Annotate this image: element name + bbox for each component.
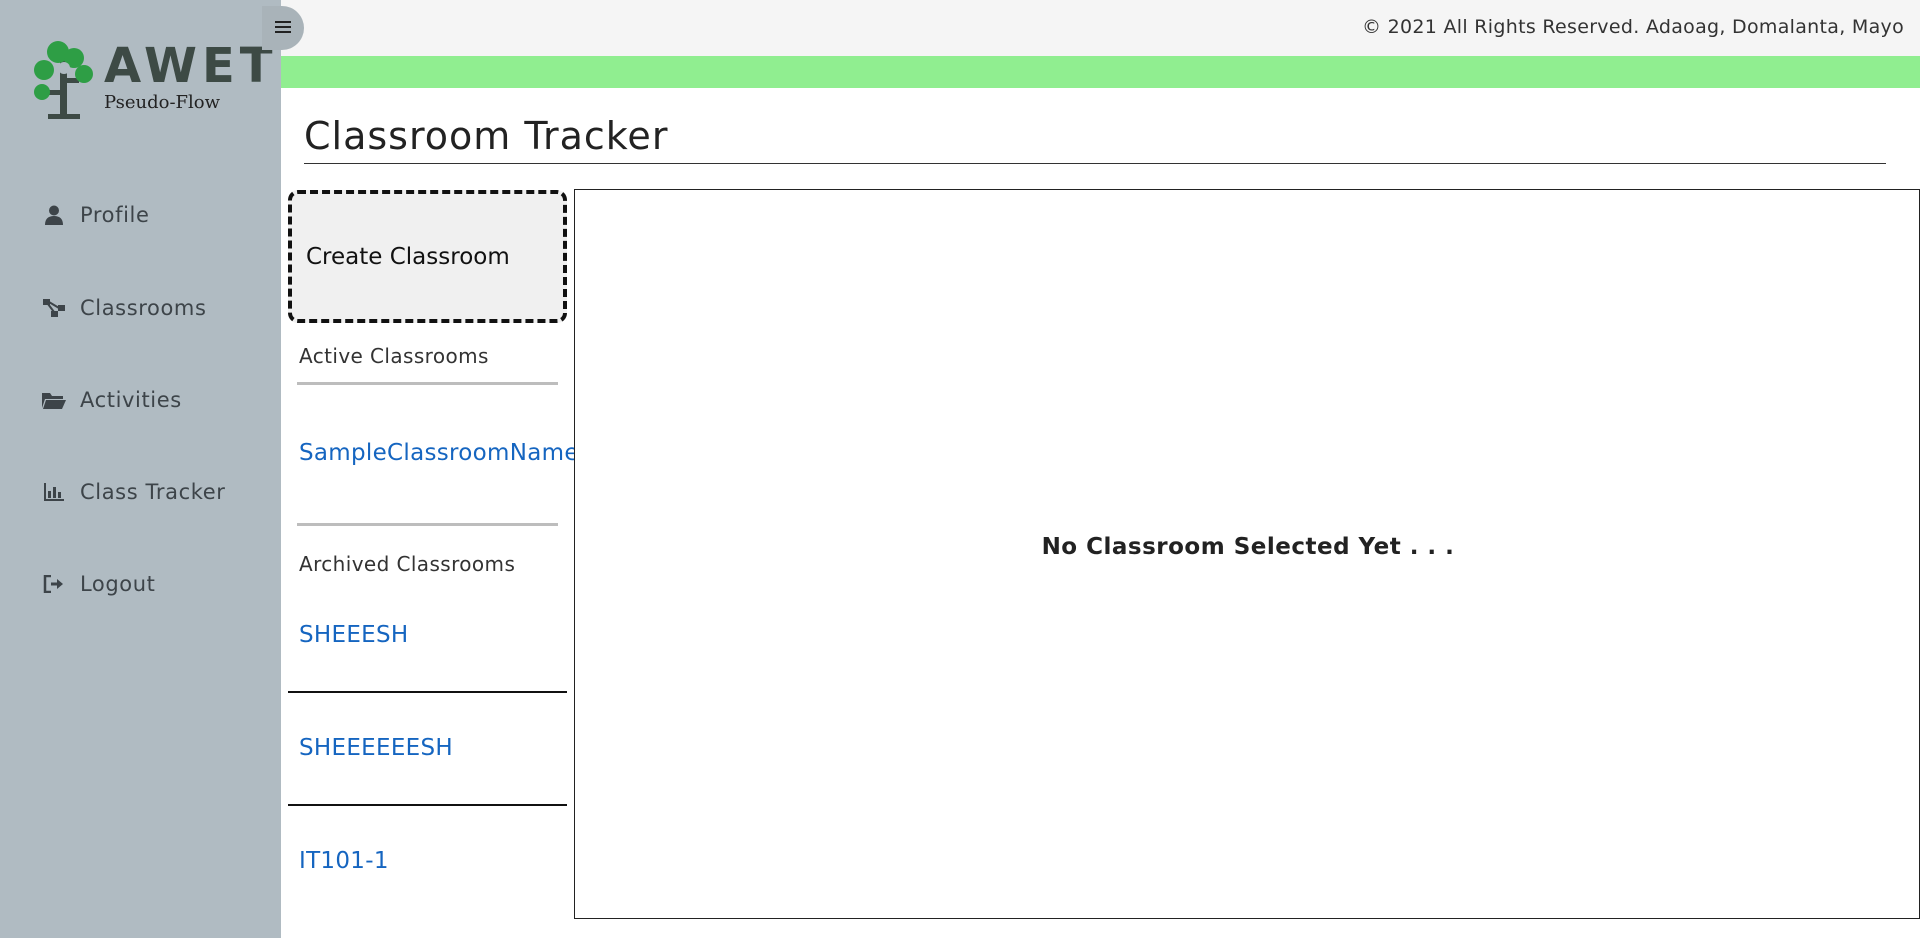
hamburger-icon bbox=[275, 19, 291, 38]
archived-classrooms-heading: Archived Classrooms bbox=[299, 552, 516, 576]
copyright-text: © 2021 All Rights Reserved. Adaoag, Doma… bbox=[1361, 16, 1904, 38]
sidebar: AWET Pseudo-Flow Profile Classrooms Acti… bbox=[0, 0, 281, 938]
sidebar-item-label: Profile bbox=[80, 203, 150, 227]
accent-bar bbox=[281, 56, 1920, 88]
tree-logo-icon bbox=[34, 41, 93, 119]
archived-classroom-link[interactable]: SHEEESH bbox=[299, 622, 409, 648]
user-icon bbox=[42, 204, 66, 226]
title-divider bbox=[304, 163, 1886, 164]
folder-open-icon bbox=[42, 389, 66, 411]
sidebar-item-classrooms[interactable]: Classrooms bbox=[42, 288, 207, 328]
classroom-detail-panel: No Classroom Selected Yet . . . bbox=[574, 189, 1920, 919]
top-bar: © 2021 All Rights Reserved. Adaoag, Doma… bbox=[281, 0, 1920, 56]
sidebar-item-label: Activities bbox=[80, 388, 182, 412]
list-divider bbox=[288, 804, 567, 806]
list-divider bbox=[288, 691, 567, 693]
sidebar-item-activities[interactable]: Activities bbox=[42, 380, 182, 420]
create-classroom-button[interactable]: Create Classroom bbox=[288, 190, 567, 323]
chart-bar-icon bbox=[42, 481, 66, 503]
sidebar-item-class-tracker[interactable]: Class Tracker bbox=[42, 472, 225, 512]
sidebar-item-label: Logout bbox=[80, 572, 156, 596]
sidebar-item-label: Class Tracker bbox=[80, 480, 226, 504]
sidebar-item-logout[interactable]: Logout bbox=[42, 564, 156, 604]
app-logo[interactable]: AWET Pseudo-Flow bbox=[34, 40, 272, 122]
sitemap-icon bbox=[42, 297, 66, 319]
sidebar-toggle-button[interactable] bbox=[262, 6, 304, 50]
brand-name: AWET bbox=[104, 38, 278, 94]
empty-state-message: No Classroom Selected Yet . . . bbox=[1041, 534, 1455, 560]
active-list-divider bbox=[297, 523, 558, 526]
active-divider bbox=[297, 382, 558, 385]
sidebar-item-profile[interactable]: Profile bbox=[42, 195, 150, 235]
page-title: Classroom Tracker bbox=[304, 114, 669, 158]
active-classroom-link[interactable]: SampleClassroomName bbox=[299, 440, 579, 466]
sidebar-item-label: Classrooms bbox=[80, 296, 207, 320]
archived-classroom-link[interactable]: IT101-1 bbox=[299, 848, 389, 874]
sign-out-icon bbox=[42, 573, 66, 595]
brand-subtitle: Pseudo-Flow bbox=[104, 92, 221, 113]
archived-classroom-link[interactable]: SHEEEEEESH bbox=[299, 735, 453, 761]
active-classrooms-heading: Active Classrooms bbox=[299, 344, 489, 368]
